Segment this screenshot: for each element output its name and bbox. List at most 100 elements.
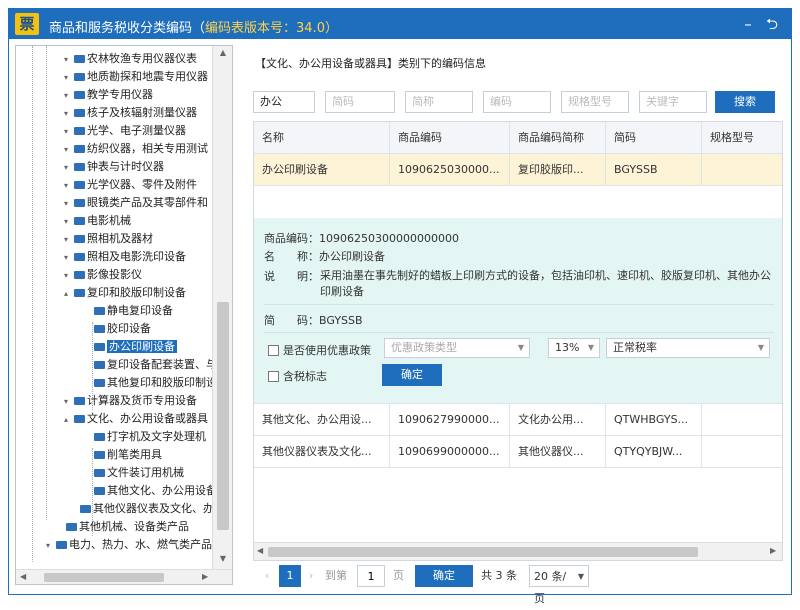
detail-confirm-button[interactable]: 确定 (382, 364, 442, 386)
checkbox-icon[interactable] (268, 345, 279, 356)
tree-scroll-thumb[interactable] (217, 302, 229, 530)
divider (264, 332, 774, 333)
table-row[interactable]: 其他仪器仪表及文化... 1090699000000... 其他仪器仪... Q… (254, 436, 782, 468)
cell-short-name: 其他仪器仪... (510, 436, 606, 467)
tree-item[interactable]: ▾ 纺织仪器，相关专用测试 (64, 140, 208, 158)
tree-item[interactable]: ▴ 复印和胶版印制设备 (64, 284, 186, 302)
grid-horizontal-scrollbar[interactable]: ◀ ▶ (254, 542, 782, 560)
page-size-select[interactable]: 20 条/页 ▼ (529, 565, 589, 605)
column-header[interactable]: 商品编码 (390, 122, 510, 153)
tree-item-leaf[interactable]: 其他复印和胶版印制设 (94, 374, 217, 392)
scroll-left-icon[interactable]: ◀ (20, 572, 26, 581)
column-header[interactable]: 规格型号 (702, 122, 782, 153)
tree-item[interactable]: ▾ 电力、热力、水、燃气类产品 (46, 536, 212, 554)
next-page-icon[interactable]: › (309, 565, 313, 587)
expand-icon[interactable]: ▾ (64, 231, 74, 249)
tree-item-leaf[interactable]: 文件装订用机械 (94, 464, 184, 482)
folder-icon (94, 361, 105, 369)
grid-scroll-thumb[interactable] (268, 547, 698, 557)
folder-icon (94, 325, 105, 333)
tree-item[interactable]: ▾ 照相及电影洗印设备 (64, 248, 186, 266)
spec-search-input[interactable]: 规格型号 (561, 91, 629, 113)
column-header[interactable]: 商品编码简称 (510, 122, 606, 153)
code-list-panel: 【文化、办公用设备或器具】类别下的编码信息 办公 简码 简称 编码 规格型号 关… (239, 45, 787, 605)
expand-icon[interactable]: ▾ (64, 177, 74, 195)
tree-item-leaf[interactable]: 胶印设备 (94, 320, 151, 338)
expand-icon[interactable]: ▾ (64, 51, 74, 69)
expand-icon[interactable]: ▾ (64, 267, 74, 285)
goto-confirm-button[interactable]: 确定 (415, 565, 473, 587)
goto-page-input[interactable] (357, 565, 385, 587)
tree-item[interactable]: ▴ 文化、办公用设备或器具 (64, 410, 208, 428)
tree-item[interactable]: ▾ 光学、电子测量仪器 (64, 122, 186, 140)
tree-item-leaf[interactable]: 打字机及文字处理机 (94, 428, 206, 446)
tree-item-leaf[interactable]: 静电复印设备 (94, 302, 173, 320)
tax-included-checkbox[interactable]: 含税标志 (268, 368, 327, 384)
tree-item[interactable]: ▾ 电影机械 (64, 212, 131, 230)
scroll-down-icon[interactable]: ▼ (217, 554, 229, 566)
collapse-icon[interactable]: ▴ (64, 411, 74, 429)
collapse-icon[interactable]: ▴ (64, 285, 74, 303)
expand-icon[interactable]: ▾ (46, 537, 56, 555)
short-name-search-input[interactable]: 简称 (405, 91, 473, 113)
short-code-search-input[interactable]: 简码 (325, 91, 395, 113)
tree-item-leaf[interactable]: 其他文化、办公用设备 (94, 482, 217, 500)
expand-icon[interactable]: ▾ (64, 249, 74, 267)
code-search-input[interactable]: 编码 (483, 91, 551, 113)
folder-icon (74, 55, 85, 63)
expand-icon[interactable]: ▾ (64, 141, 74, 159)
detail-name: 名 称：办公印刷设备 (264, 250, 385, 263)
preferential-policy-checkbox[interactable]: 是否使用优惠政策 (268, 342, 371, 358)
scroll-up-icon[interactable]: ▲ (217, 48, 229, 60)
window-title-main: 商品和服务税收分类编码（ (49, 21, 206, 36)
tree-item[interactable]: ▾ 农林牧渔专用仪器仪表 (64, 50, 197, 68)
scroll-right-icon[interactable]: ▶ (202, 572, 208, 581)
tree-item-leaf[interactable]: 削笔类用具 (94, 446, 162, 464)
tree-item[interactable]: ▾ 钟表与计时仪器 (64, 158, 164, 176)
expand-icon[interactable]: ▾ (64, 213, 74, 231)
column-header[interactable]: 名称 (254, 122, 390, 153)
expand-icon[interactable]: ▾ (64, 159, 74, 177)
policy-type-select[interactable]: 优惠政策类型 ▼ (384, 338, 530, 358)
row-detail-panel: 商品编码：10906250300000000000 名 称：办公印刷设备 说 明… (254, 218, 782, 404)
page-number-current[interactable]: 1 (279, 565, 301, 587)
tree-item-leaf[interactable]: 复印设备配套装置、与 (94, 356, 217, 374)
minimize-icon[interactable]: – (737, 13, 759, 35)
tree-item-leaf[interactable]: 其他仪器仪表及文化、办 (80, 500, 214, 518)
tree-item-leaf[interactable]: 其他机械、设备类产品 (66, 518, 189, 536)
scroll-left-icon[interactable]: ◀ (257, 546, 263, 555)
tree-item[interactable]: ▾ 计算器及货币专用设备 (64, 392, 197, 410)
checkbox-icon[interactable] (268, 371, 279, 382)
table-row-selected[interactable]: 办公印刷设备 1090625030000... 复印胶版印... BGYSSB (254, 154, 782, 186)
search-button[interactable]: 搜索 (715, 91, 775, 113)
expand-icon[interactable]: ▾ (64, 195, 74, 213)
name-search-input[interactable]: 办公 (253, 91, 315, 113)
tree-vertical-scrollbar[interactable]: ▲ ▼ (212, 46, 232, 569)
expand-icon[interactable]: ▾ (64, 105, 74, 123)
tree-item[interactable]: ▾ 照相机及器材 (64, 230, 153, 248)
folder-icon (74, 181, 85, 189)
column-header[interactable]: 简码 (606, 122, 702, 153)
code-grid: 名称 商品编码 商品编码简称 简码 规格型号 办公印刷设备 1090625030… (253, 121, 783, 561)
tree-item[interactable]: ▾ 影像投影仪 (64, 266, 142, 284)
rate-type-select[interactable]: 正常税率 ▼ (606, 338, 770, 358)
scroll-right-icon[interactable]: ▶ (770, 546, 776, 555)
tree-item-selected[interactable]: 办公印刷设备 (94, 338, 177, 356)
table-row[interactable]: 其他文化、办公用设... 1090627990000... 文化办公用... Q… (254, 404, 782, 436)
tree-item[interactable]: ▾ 核子及核辐射测量仪器 (64, 104, 197, 122)
tree-item[interactable]: ▾ 眼镜类产品及其零部件和 (64, 194, 208, 212)
back-icon[interactable]: ⮌ (761, 13, 783, 35)
tree-hscroll-thumb[interactable] (44, 573, 164, 582)
folder-icon (94, 379, 105, 387)
expand-icon[interactable]: ▾ (64, 69, 74, 87)
expand-icon[interactable]: ▾ (64, 123, 74, 141)
tree-item[interactable]: ▾ 光学仪器、零件及附件 (64, 176, 197, 194)
expand-icon[interactable]: ▾ (64, 87, 74, 105)
keyword-search-input[interactable]: 关键字 (639, 91, 707, 113)
tax-rate-select[interactable]: 13% ▼ (548, 338, 600, 358)
expand-icon[interactable]: ▾ (64, 393, 74, 411)
tree-item[interactable]: ▾ 地质勘探和地震专用仪器 (64, 68, 208, 86)
prev-page-icon[interactable]: ‹ (265, 565, 269, 587)
tree-horizontal-scrollbar[interactable]: ◀ ▶ (16, 569, 232, 584)
tree-item[interactable]: ▾ 教学专用仪器 (64, 86, 153, 104)
